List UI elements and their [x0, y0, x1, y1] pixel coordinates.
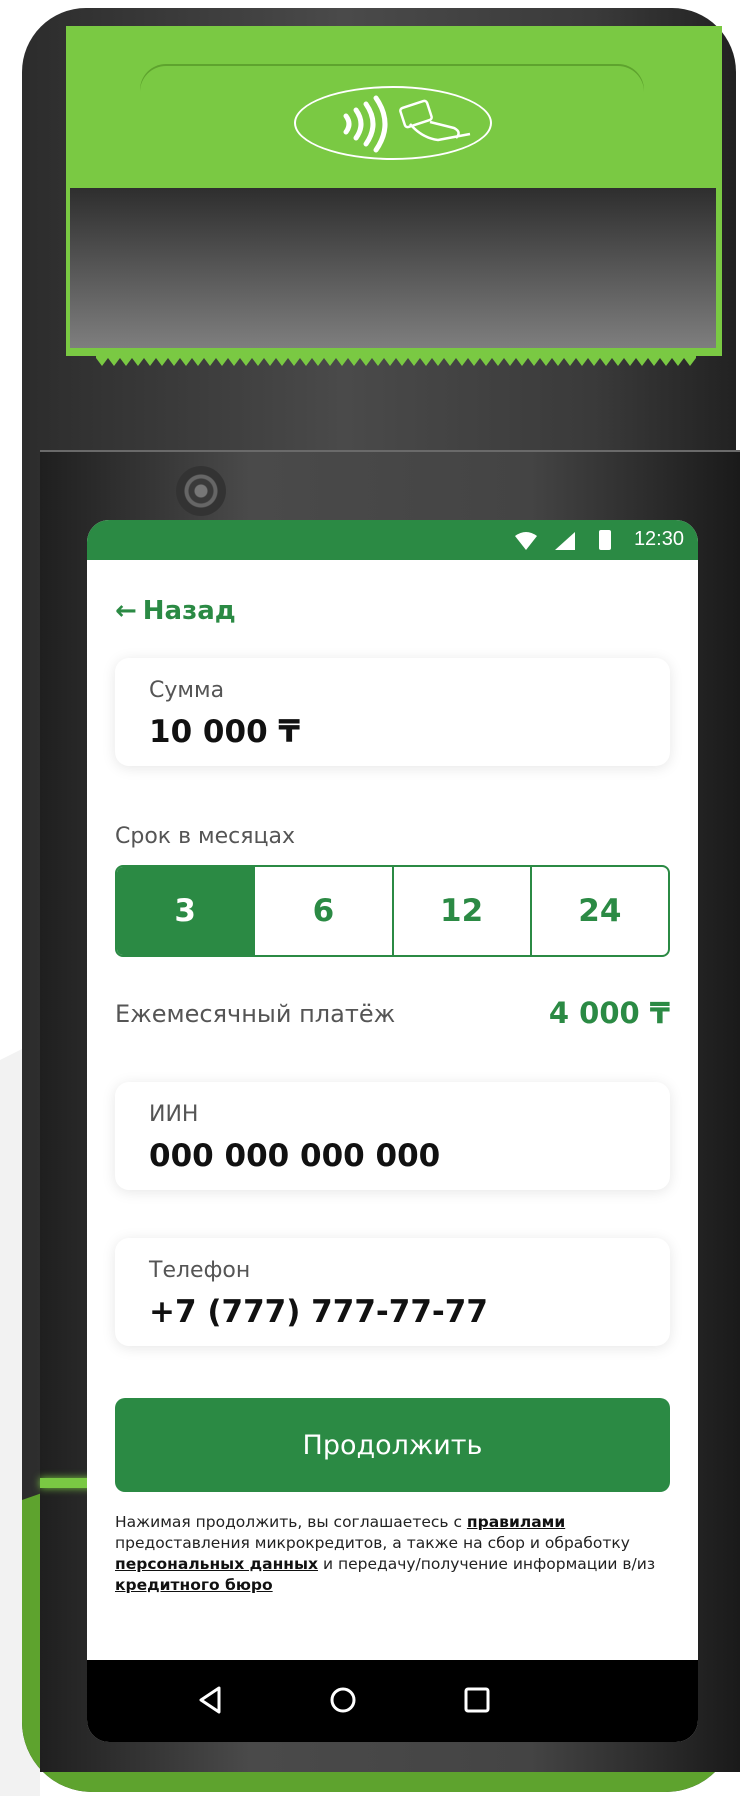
camera-lens	[176, 466, 226, 516]
phone-value: +7 (777) 777-77-77	[149, 1294, 488, 1330]
term-option-12[interactable]: 12	[394, 867, 532, 955]
signal-icon	[555, 532, 575, 550]
term-option-3[interactable]: 3	[117, 867, 256, 955]
amount-label: Сумма	[149, 678, 225, 703]
amount-field[interactable]: Сумма 10 000 ₸	[115, 658, 670, 766]
continue-button[interactable]: Продолжить	[115, 1398, 670, 1492]
term-option-24[interactable]: 24	[532, 867, 668, 955]
legal-text: Нажимая продолжить, вы соглашаетесь с пр…	[115, 1512, 675, 1596]
legal-text-part: и передачу/получение информации в/из	[318, 1555, 656, 1573]
credit-bureau-link[interactable]: кредитного бюро	[115, 1576, 273, 1594]
iin-value: 000 000 000 000	[149, 1138, 441, 1174]
phone-field[interactable]: Телефон +7 (777) 777-77-77	[115, 1238, 670, 1346]
personal-data-link[interactable]: персональных данных	[115, 1555, 318, 1573]
home-circle-icon[interactable]	[325, 1682, 361, 1718]
term-label: Срок в месяцах	[115, 824, 295, 849]
iin-label: ИИН	[149, 1102, 199, 1127]
phone-screen: 12:30 ← Назад Сумма 10 000 ₸ Срок в месяц…	[87, 520, 698, 1742]
back-label: Назад	[142, 596, 236, 626]
iin-field[interactable]: ИИН 000 000 000 000	[115, 1082, 670, 1190]
monthly-payment-label: Ежемесячный платёж	[115, 1000, 396, 1028]
legal-text-part: Нажимая продолжить, вы соглашаетесь с	[115, 1513, 467, 1531]
battery-icon	[599, 530, 611, 550]
phone-label: Телефон	[149, 1258, 251, 1283]
rules-link[interactable]: правилами	[467, 1513, 565, 1531]
wifi-icon	[515, 532, 537, 550]
back-button[interactable]: ← Назад	[115, 596, 236, 626]
contactless-payment-icon	[343, 95, 471, 153]
navigation-bar	[87, 1660, 698, 1742]
back-triangle-icon[interactable]	[193, 1682, 229, 1718]
term-option-6[interactable]: 6	[255, 867, 394, 955]
paper-tear-edge	[96, 348, 696, 366]
legal-text-part: предоставления микрокредитов, а также на…	[115, 1534, 630, 1552]
status-bar: 12:30	[87, 520, 698, 560]
recents-square-icon[interactable]	[459, 1682, 495, 1718]
status-time: 12:30	[633, 528, 684, 550]
monthly-payment-value: 4 000 ₸	[548, 996, 670, 1030]
printer-paper-slot	[70, 188, 716, 348]
amount-value: 10 000 ₸	[149, 714, 301, 750]
arrow-left-icon: ←	[115, 596, 137, 626]
term-selector: 3 6 12 24	[115, 865, 670, 957]
